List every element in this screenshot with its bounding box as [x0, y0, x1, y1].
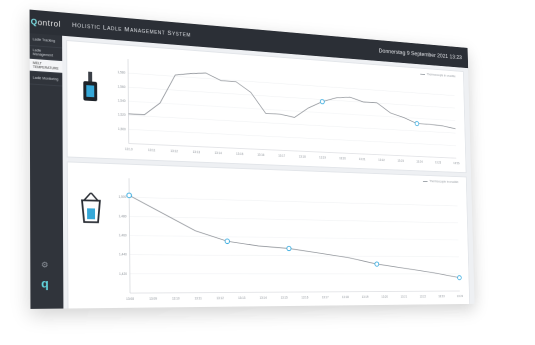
chart-panel-crucible: Thermocouple in crucible 1,500 1,480 1,460…: [66, 161, 471, 309]
x-tick-label: 13:13: [238, 296, 245, 300]
data-point-marker: [127, 193, 132, 198]
x-tick-label: 13:20: [339, 156, 346, 160]
x-tick-label: 13:23: [397, 159, 404, 163]
data-point-marker: [320, 99, 324, 104]
x-tick-label: 13:11: [195, 296, 202, 300]
x-tick-label: 13:18: [299, 155, 306, 159]
x-tick-label: 13:19: [319, 156, 326, 160]
x-tick-label: 13:11: [148, 148, 156, 152]
x-tick-label: 13:12: [216, 296, 224, 300]
y-tick-label: 1,540: [118, 99, 126, 103]
x-tick-label: 13:18: [342, 295, 349, 299]
sidebar-item-label: Ladle Monitoring: [32, 75, 59, 82]
y-tick-label: 1,420: [119, 272, 127, 276]
y-tick-label: 1,440: [119, 253, 127, 257]
series-line: [129, 195, 459, 278]
brand-logo[interactable]: Qontrol: [30, 10, 63, 36]
y-tick-label: 1,500: [119, 195, 127, 199]
brand-mark-icon: q: [41, 276, 49, 291]
grid-line: [130, 255, 459, 257]
x-tick-label: 13:21: [401, 295, 408, 299]
y-tick-label: 1,480: [119, 214, 127, 218]
y-tick-label: 1,560: [118, 84, 126, 88]
logo-accent: Q: [30, 17, 38, 27]
x-tick-label: 13:23: [438, 295, 445, 299]
data-point-marker: [287, 246, 291, 250]
x-tick-label: 13:22: [378, 158, 385, 162]
x-tick-label: 13:08: [126, 297, 134, 301]
stage: Qontrol Holistic Ladle Management System…: [0, 0, 535, 345]
grid-line: [128, 73, 454, 95]
x-tick-label: 13:16: [257, 153, 264, 157]
sidebar-item-label: Ladle Management: [32, 48, 53, 58]
x-tick-label: 13:17: [322, 295, 329, 299]
sidebar-item-ladle-monitoring[interactable]: Ladle Monitoring: [29, 71, 63, 87]
x-tick-label: 13:17: [278, 154, 285, 158]
grid-line: [128, 115, 455, 133]
logo-text: ontrol: [37, 17, 61, 29]
grid-line: [128, 87, 455, 108]
grid-line: [130, 235, 459, 239]
y-tick-label: 1,580: [118, 70, 126, 74]
x-tick-label: 13:16: [301, 296, 308, 300]
datetime: Donnerstag 9 September 2021 13:23: [378, 47, 462, 61]
x-axis: [130, 291, 460, 293]
x-tick-label: 13:25: [435, 161, 441, 165]
x-tick-label: 13:10: [172, 297, 180, 301]
data-point-marker: [415, 121, 419, 125]
main-content: Thermocouple in crucible 1,580 1,560 1,540…: [62, 36, 475, 309]
legend-swatch: [422, 180, 428, 182]
x-tick-label: 13:09: [149, 297, 157, 301]
x-tick-label: 13:15: [281, 296, 288, 300]
sidebar-item-label: MELT TEMPERATURE: [32, 60, 59, 71]
y-tick-label: 1,500: [118, 127, 126, 131]
temperature-chart-2: 1,500 1,480 1,460 1,440 1,420 13:08 13:09 13:10…: [119, 172, 463, 301]
x-tick-label: 13:21: [359, 157, 366, 161]
ladle-filled-icon: [83, 71, 98, 102]
x-tick-label: 13:10: [125, 147, 133, 151]
y-axis: [128, 59, 129, 143]
x-tick-label: 13:14: [260, 296, 267, 300]
data-point-marker: [458, 276, 462, 280]
x-tick-label: 13:12: [170, 149, 178, 153]
x-tick-label: 13:24: [416, 160, 423, 164]
temperature-chart-1: 1,580 1,560 1,540 1,520 1,500 13:10 13:11 13:12…: [118, 52, 460, 165]
x-tick-label: 13:13: [193, 150, 201, 154]
y-tick-label: 1,520: [118, 113, 126, 117]
app-window: Qontrol Holistic Ladle Management System…: [29, 9, 475, 309]
grid-line: [129, 129, 456, 145]
data-point-marker: [225, 239, 229, 244]
x-tick-label: 13:26: [453, 161, 459, 165]
legend-swatch: [420, 73, 425, 75]
y-tick-label: 1,460: [119, 233, 127, 237]
series-line: [128, 68, 455, 132]
x-tick-label: 13:24: [457, 294, 463, 298]
sidebar-item-label: Ladle Tracking: [32, 37, 56, 43]
app-title: Holistic Ladle Management System: [72, 21, 191, 39]
x-tick-label: 13:14: [215, 151, 223, 155]
sidebar: Ladle Tracking Ladle Management MELT TEM…: [29, 33, 64, 309]
x-tick-label: 13:19: [362, 295, 369, 299]
x-tick-label: 13:20: [381, 295, 388, 299]
gear-icon[interactable]: ⚙: [40, 260, 50, 270]
x-tick-label: 13:22: [420, 295, 427, 299]
data-point-marker: [375, 262, 379, 266]
x-tick-label: 13:15: [236, 152, 243, 156]
crucible-icon: [78, 192, 104, 224]
grid-line: [129, 197, 457, 206]
